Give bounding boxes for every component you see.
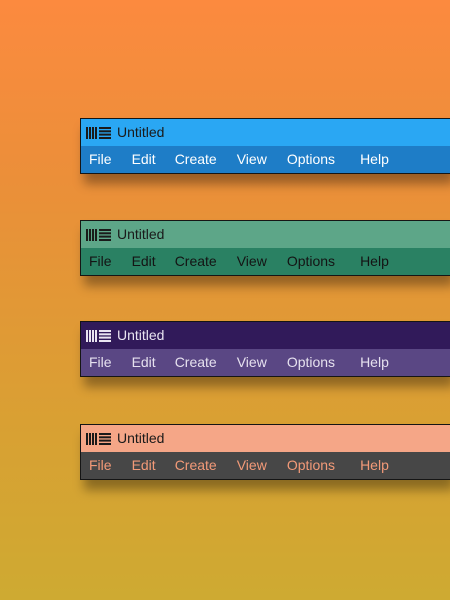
menu-help[interactable]: Help	[360, 248, 389, 275]
menu-edit[interactable]: Edit	[132, 248, 156, 275]
menu-create[interactable]: Create	[175, 146, 217, 173]
menu-file[interactable]: File	[89, 452, 112, 479]
menu-options[interactable]: Options	[287, 349, 335, 376]
window-title: Untitled	[117, 327, 165, 343]
menu-help[interactable]: Help	[360, 146, 389, 173]
ableton-logo-icon	[86, 432, 111, 445]
menubar: File Edit Create View Options Help	[81, 248, 450, 275]
menu-edit[interactable]: Edit	[132, 452, 156, 479]
menu-file[interactable]: File	[89, 248, 112, 275]
window-title: Untitled	[117, 226, 165, 242]
window-purple: Untitled File Edit Create View Options H…	[80, 321, 450, 377]
menu-options[interactable]: Options	[287, 452, 335, 479]
window-blue: Untitled File Edit Create View Options H…	[80, 118, 450, 174]
menu-edit[interactable]: Edit	[132, 146, 156, 173]
menubar: File Edit Create View Options Help	[81, 146, 450, 173]
menu-view[interactable]: View	[237, 248, 267, 275]
menu-help[interactable]: Help	[360, 349, 389, 376]
ableton-logo-icon	[86, 228, 111, 241]
ableton-logo-icon	[86, 126, 111, 139]
menu-create[interactable]: Create	[175, 248, 217, 275]
menu-options[interactable]: Options	[287, 248, 335, 275]
window-title: Untitled	[117, 430, 165, 446]
titlebar[interactable]: Untitled	[81, 425, 450, 452]
menu-file[interactable]: File	[89, 146, 112, 173]
menubar: File Edit Create View Options Help	[81, 349, 450, 376]
menubar: File Edit Create View Options Help	[81, 452, 450, 479]
ableton-logo-icon	[86, 329, 111, 342]
menu-create[interactable]: Create	[175, 452, 217, 479]
window-salmon: Untitled File Edit Create View Options H…	[80, 424, 450, 480]
menu-options[interactable]: Options	[287, 146, 335, 173]
menu-file[interactable]: File	[89, 349, 112, 376]
titlebar[interactable]: Untitled	[81, 322, 450, 349]
menu-help[interactable]: Help	[360, 452, 389, 479]
menu-view[interactable]: View	[237, 146, 267, 173]
titlebar[interactable]: Untitled	[81, 221, 450, 248]
menu-create[interactable]: Create	[175, 349, 217, 376]
menu-edit[interactable]: Edit	[132, 349, 156, 376]
window-green: Untitled File Edit Create View Options H…	[80, 220, 450, 276]
menu-view[interactable]: View	[237, 349, 267, 376]
menu-view[interactable]: View	[237, 452, 267, 479]
titlebar[interactable]: Untitled	[81, 119, 450, 146]
window-title: Untitled	[117, 124, 165, 140]
